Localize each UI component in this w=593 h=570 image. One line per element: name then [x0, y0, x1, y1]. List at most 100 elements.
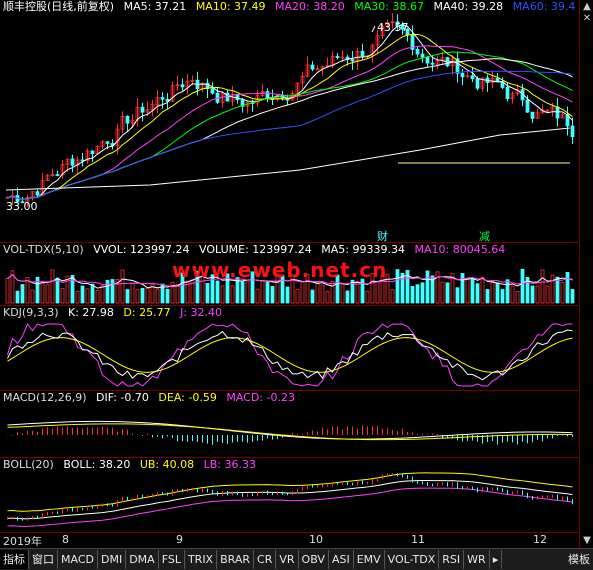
low-price-label: 33.00	[6, 200, 38, 213]
volume-bar	[110, 279, 115, 304]
close-icon[interactable]: ✕	[580, 12, 593, 26]
candle-body	[310, 64, 315, 70]
candle-body	[180, 84, 185, 88]
kdj-panel[interactable]: KDJ(9,3,3) K: 27.98 D: 25.77 J: 32.40	[0, 306, 578, 391]
candle-body	[525, 99, 530, 113]
volume-bar	[145, 287, 150, 304]
volume-bar	[5, 278, 10, 304]
volume-bar	[240, 281, 245, 304]
volume-bar	[270, 286, 275, 304]
tab-fsl[interactable]: FSL	[159, 550, 185, 569]
candlestick-chart[interactable]	[0, 0, 578, 242]
volume-bar	[125, 289, 130, 304]
volume-bar	[30, 289, 35, 304]
volume-bar	[485, 289, 490, 304]
candle-body	[160, 97, 165, 100]
candle-body	[55, 174, 60, 176]
kdj-chart[interactable]	[0, 306, 578, 390]
volume-bar	[215, 280, 220, 304]
tab-macd[interactable]: MACD	[58, 550, 98, 569]
tab-dma[interactable]: DMA	[126, 550, 159, 569]
date-label-oct: 10	[309, 533, 323, 546]
ma20-line	[7, 45, 573, 200]
candle-body	[360, 50, 365, 57]
candle-body	[210, 88, 215, 94]
volume-bar	[120, 269, 125, 304]
volume-bar	[100, 285, 105, 304]
tab-trix[interactable]: TRIX	[185, 550, 218, 569]
date-axis: 2019年 8 9 10 11 12	[0, 532, 578, 548]
volume-bar	[410, 285, 415, 304]
price-panel[interactable]: 顺丰控股(日线,前复权) MA5: 37.21 MA10: 37.49 MA20…	[0, 0, 578, 243]
volume-bar	[15, 290, 20, 304]
candle-body	[530, 111, 535, 119]
volume-bar	[85, 288, 90, 304]
volume-bar	[40, 282, 45, 304]
candle-body	[470, 75, 475, 80]
volume-bar	[530, 285, 535, 304]
date-label-dec: 12	[533, 533, 547, 546]
volume-bar	[135, 289, 140, 304]
volume-bar	[20, 284, 25, 304]
volume-bar	[420, 282, 425, 304]
volume-bar	[395, 269, 400, 304]
volume-bar	[365, 290, 370, 304]
volume-bar	[140, 287, 145, 304]
boll-mid-line	[7, 479, 573, 520]
macd-chart[interactable]	[0, 391, 578, 457]
scroll-down-icon[interactable]: ▼	[580, 534, 593, 548]
indicator-tab-bar: 指标 窗口 MACD DMI DMA FSL TRIX BRAR CR VR O…	[0, 548, 593, 570]
volume-bar	[95, 289, 100, 304]
volume-bar	[340, 283, 345, 304]
tab-template[interactable]: 模板	[565, 550, 593, 569]
volume-bar	[295, 288, 300, 304]
candle-body	[415, 48, 420, 55]
volume-bar	[260, 279, 265, 304]
watermark: www.eweb.net.cn	[172, 258, 388, 282]
tab-indicator[interactable]: 指标	[0, 550, 29, 569]
volume-bar	[415, 284, 420, 304]
boll-chart[interactable]	[0, 458, 578, 532]
volume-bar	[165, 288, 170, 304]
candle-body	[505, 87, 510, 99]
volume-bar	[435, 271, 440, 304]
tab-vol-tdx[interactable]: VOL-TDX	[385, 550, 440, 569]
tab-obv[interactable]: OBV	[299, 550, 329, 569]
tab-cr[interactable]: CR	[254, 550, 277, 569]
volume-bar	[155, 288, 160, 304]
macd-panel[interactable]: MACD(12,26,9) DIF: -0.70 DEA: -0.59 MACD…	[0, 391, 578, 458]
earnings-marker[interactable]: 财	[377, 228, 388, 244]
tab-vr[interactable]: VR	[276, 550, 299, 569]
tab-emv[interactable]: EMV	[354, 550, 385, 569]
volume-bar	[50, 269, 55, 304]
volume-bar	[300, 280, 305, 304]
volume-bar	[495, 282, 500, 304]
volume-bar	[460, 273, 465, 304]
candle-body	[235, 94, 240, 101]
volume-bar	[540, 269, 545, 304]
volume-bar	[445, 282, 450, 304]
candle-body	[570, 125, 575, 138]
candle-body	[350, 59, 355, 62]
reduction-marker[interactable]: 减	[479, 228, 490, 244]
date-label-nov: 11	[411, 533, 425, 546]
candle-body	[475, 78, 480, 89]
candle-body	[430, 62, 435, 65]
tab-rsi[interactable]: RSI	[439, 550, 465, 569]
volume-bar	[60, 287, 65, 304]
tab-window[interactable]: 窗口	[29, 550, 58, 569]
volume-bar	[465, 278, 470, 304]
tab-brar[interactable]: BRAR	[217, 550, 255, 569]
volume-bar	[325, 291, 330, 304]
tab-more-arrow-icon[interactable]: ▸	[490, 550, 503, 569]
boll-panel[interactable]: BOLL(20) BOLL: 38.20 UB: 40.08 LB: 36.33	[0, 458, 578, 533]
volume-bar	[255, 288, 260, 304]
tab-wr[interactable]: WR	[464, 550, 490, 569]
candle-body	[35, 191, 40, 196]
volume-bar	[510, 285, 515, 304]
tab-asi[interactable]: ASI	[329, 550, 354, 569]
high-price-label: 43.57	[377, 21, 409, 34]
volume-bar	[490, 280, 495, 304]
tab-dmi[interactable]: DMI	[98, 550, 127, 569]
volume-bar	[440, 281, 445, 304]
